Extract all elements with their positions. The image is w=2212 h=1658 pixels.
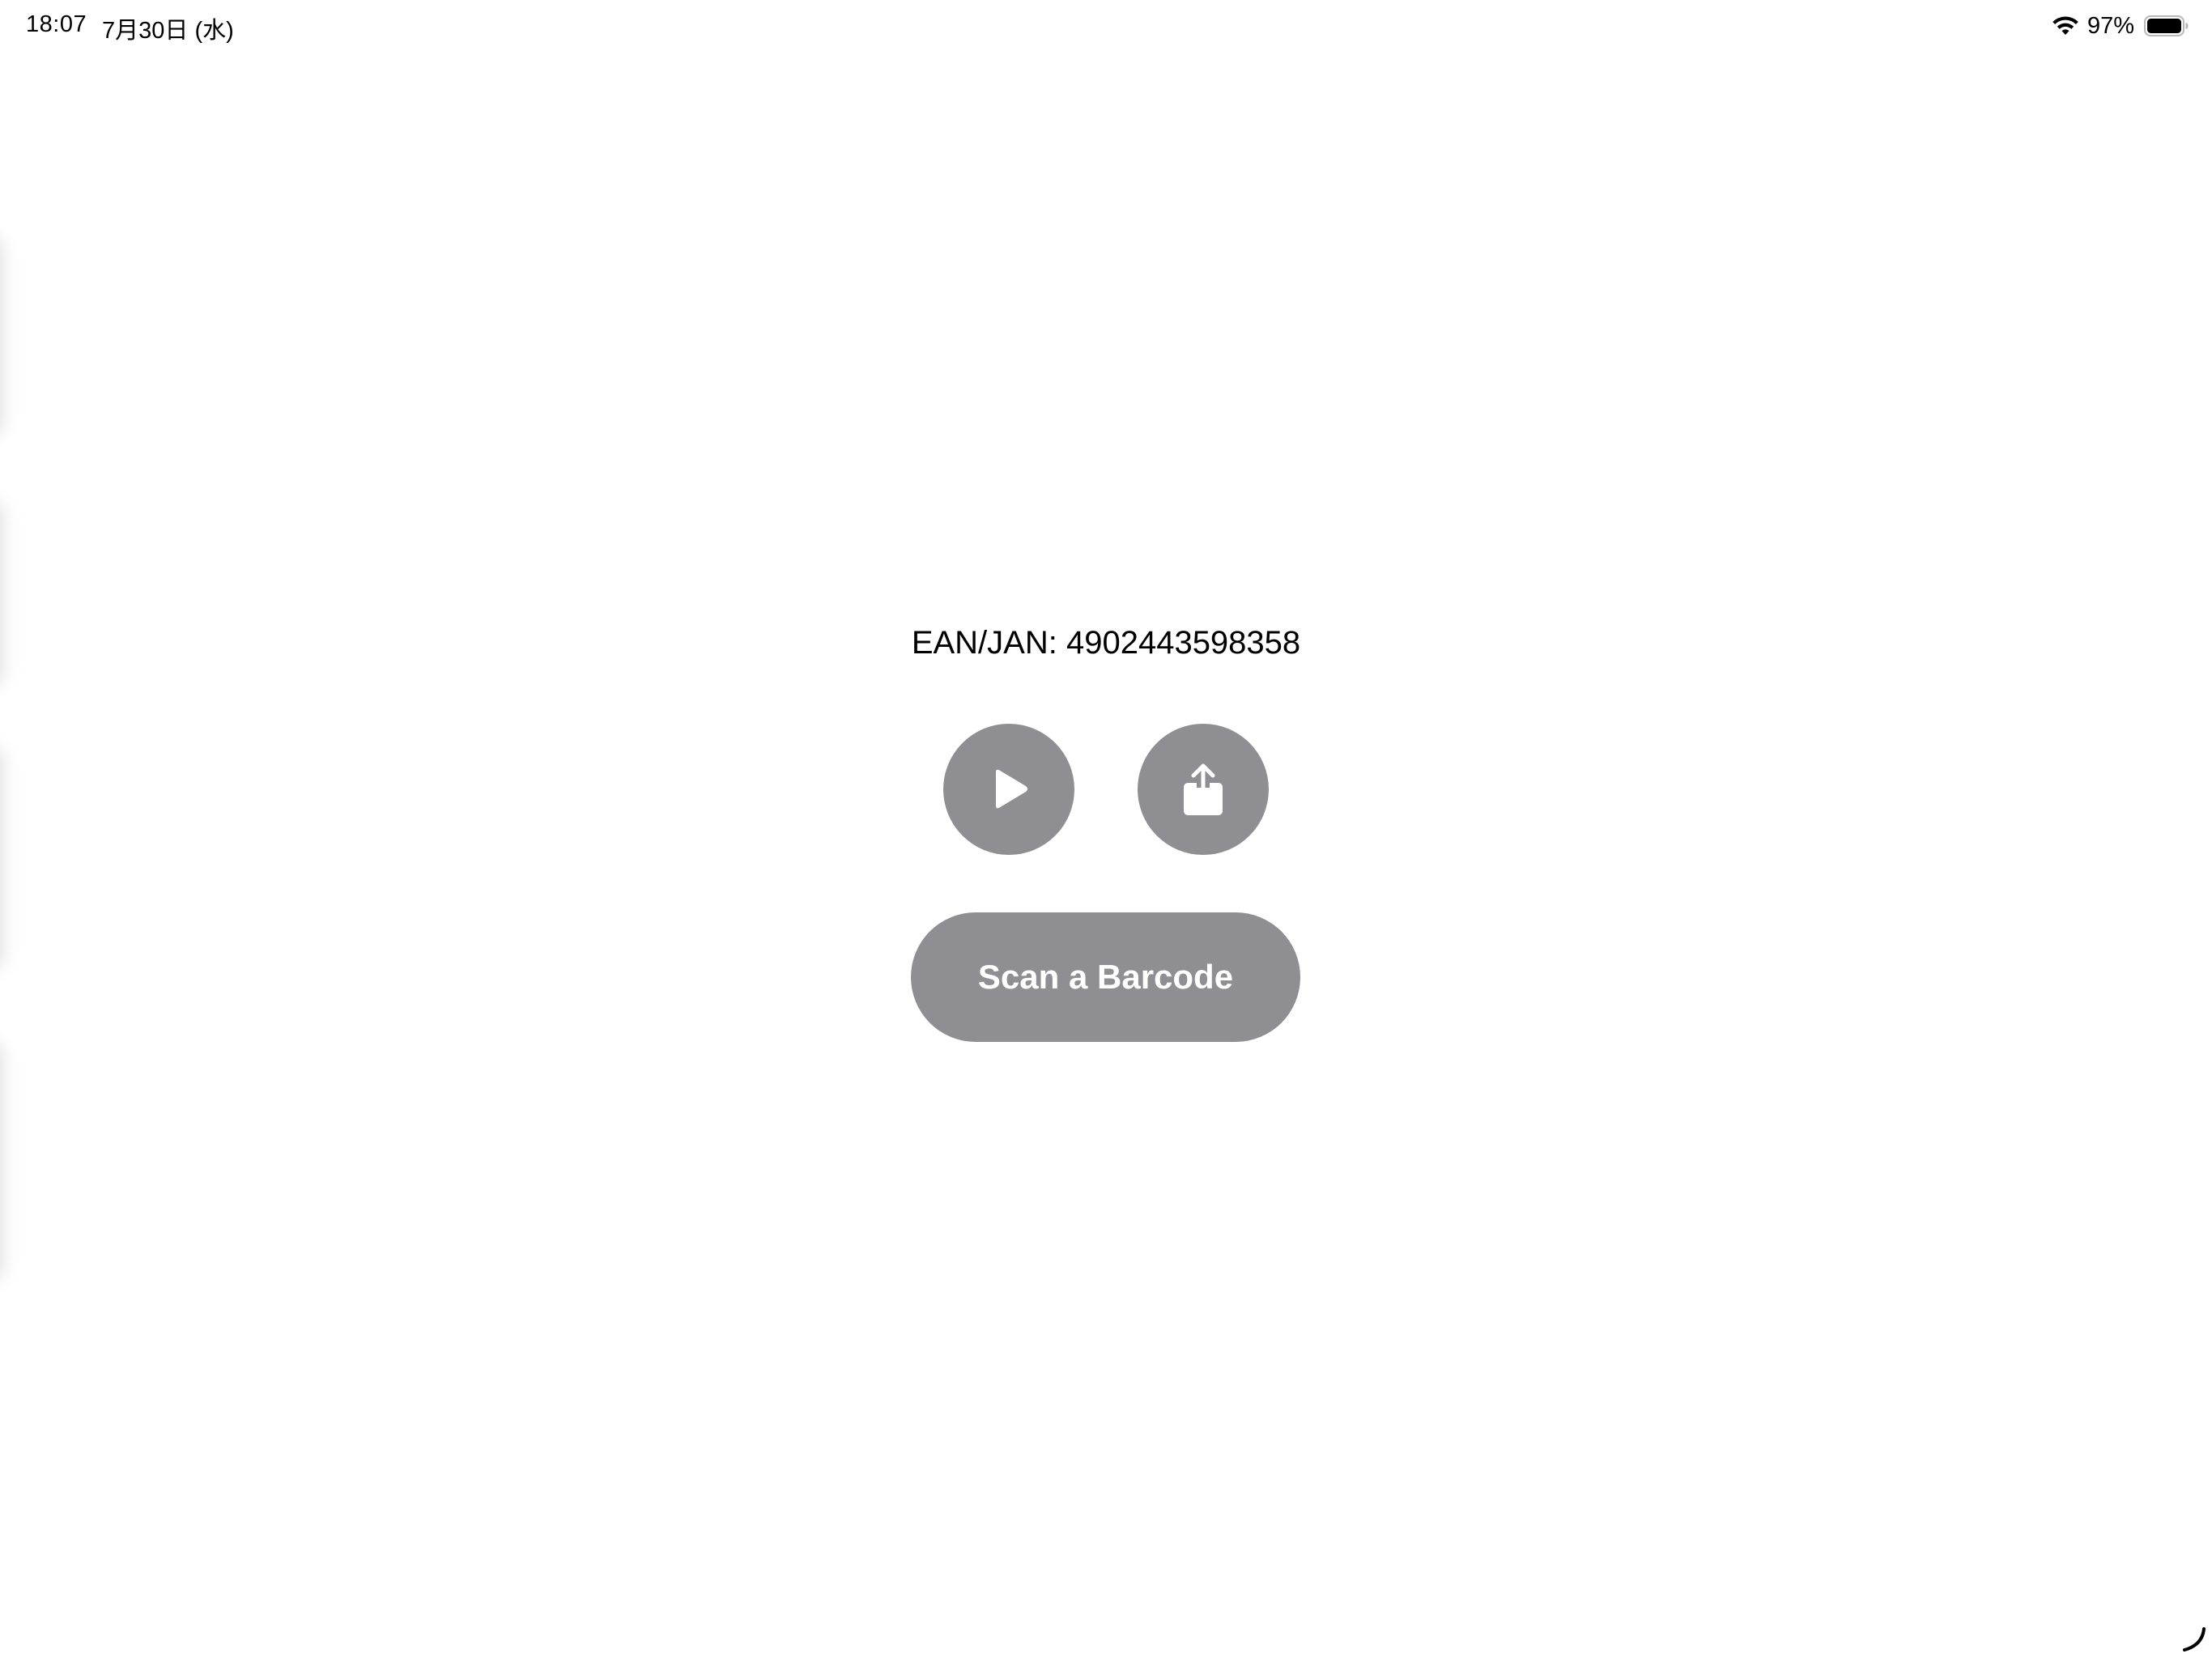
edge-shadow (0, 1040, 3, 1283)
edge-shadow (0, 235, 3, 437)
scan-barcode-button[interactable]: Scan a Barcode (911, 912, 1300, 1042)
corner-indicator-icon (2183, 1627, 2206, 1652)
scan-barcode-button-label: Scan a Barcode (977, 958, 1234, 996)
status-indicators: 97% (2052, 10, 2189, 42)
edge-shadow (0, 745, 3, 971)
status-bar: 18:07 7月30日 (水) 97% (0, 0, 2212, 52)
share-icon (1184, 763, 1223, 815)
barcode-value: EAN/JAN: 4902443598358 (911, 625, 1301, 661)
status-date: 7月30日 (水) (102, 18, 234, 44)
play-button[interactable] (943, 724, 1074, 855)
battery-percent: 97% (2087, 12, 2134, 39)
battery-icon (2144, 15, 2189, 36)
wifi-icon (2052, 16, 2078, 35)
share-button[interactable] (1138, 724, 1269, 855)
play-icon (996, 769, 1027, 809)
app-screen: 18:07 7月30日 (水) 97% EAN/JAN: 49024435983… (0, 0, 2212, 1658)
status-time: 18:07 (26, 11, 87, 37)
